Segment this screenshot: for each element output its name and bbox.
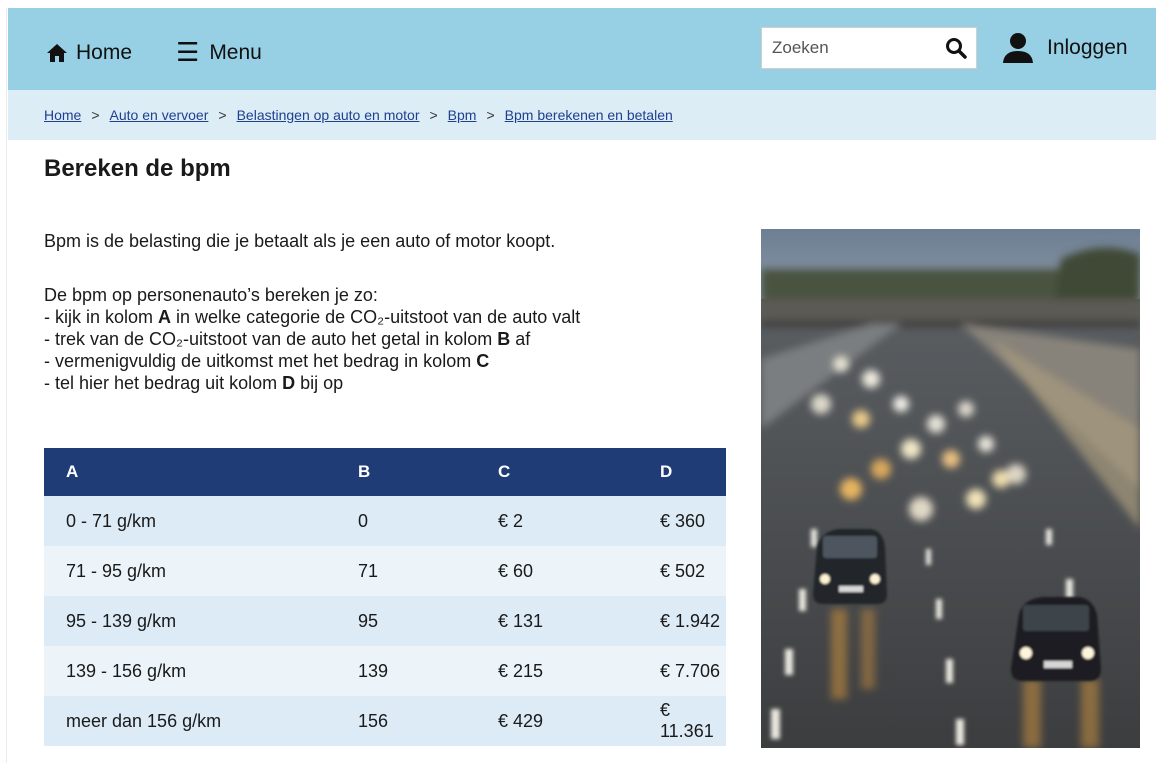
breadcrumb-separator: >: [486, 107, 495, 123]
table-cell: 71: [336, 546, 476, 596]
breadcrumb: Home > Auto en vervoer > Belastingen op auto…: [44, 107, 673, 123]
table-row: 139 - 156 g/km 139 € 215 € 7.706: [44, 646, 726, 696]
breadcrumb-separator: >: [429, 107, 438, 123]
table-cell: € 360: [638, 496, 726, 546]
login-link[interactable]: Inloggen: [1003, 32, 1128, 64]
table-cell: € 502: [638, 546, 726, 596]
highway-traffic-photo: [761, 229, 1140, 748]
table-cell: € 7.706: [638, 646, 726, 696]
calculation-instructions: De bpm op personenauto’s bereken je zo: …: [44, 284, 580, 394]
intro-text: Bpm is de belasting die je betaalt als j…: [44, 231, 556, 251]
table-row: 95 - 139 g/km 95 € 131 € 1.942: [44, 596, 726, 646]
breadcrumb-bpm[interactable]: Bpm: [448, 107, 477, 123]
breadcrumb-bpm-berekenen[interactable]: Bpm berekenen en betalen: [505, 107, 673, 123]
table-cell: 0: [336, 496, 476, 546]
table-cell: 95 - 139 g/km: [44, 596, 336, 646]
table-cell: € 215: [476, 646, 638, 696]
table-cell: € 131: [476, 596, 638, 646]
table-cell: 139 - 156 g/km: [44, 646, 336, 696]
table-cell: 156: [336, 696, 476, 746]
page-title: Bereken de bpm: [44, 155, 231, 182]
search-box: [761, 27, 977, 69]
column-header-a: A: [44, 448, 336, 496]
search-icon: [946, 38, 967, 59]
breadcrumb-separator: >: [218, 107, 227, 123]
table-cell: 0 - 71 g/km: [44, 496, 336, 546]
home-link[interactable]: Home: [46, 41, 132, 65]
page-border: [6, 8, 7, 763]
top-navigation-bar: Home ☰ Menu Inloggen: [8, 8, 1156, 90]
home-icon: [47, 44, 67, 62]
instruction-line: - kijk in kolom A in welke categorie de …: [44, 307, 581, 327]
search-input[interactable]: [772, 36, 932, 60]
instruction-line: - vermenigvuldig de uitkomst met het bed…: [44, 351, 490, 371]
menu-button[interactable]: ☰ Menu: [176, 37, 262, 67]
breadcrumb-bar: Home > Auto en vervoer > Belastingen op auto…: [8, 90, 1156, 140]
table-cell: € 60: [476, 546, 638, 596]
home-link-label: Home: [76, 41, 133, 64]
instructions-intro: De bpm op personenauto’s bereken je zo:: [44, 285, 378, 305]
search-button[interactable]: [944, 36, 968, 65]
table-row: 0 - 71 g/km 0 € 2 € 360: [44, 496, 726, 546]
table-cell: € 11.361: [638, 696, 726, 746]
menu-button-label: Menu: [209, 41, 262, 64]
table-cell: € 429: [476, 696, 638, 746]
table-cell: € 2: [476, 496, 638, 546]
table-row: meer dan 156 g/km 156 € 429 € 11.361: [44, 696, 726, 746]
table-row: 71 - 95 g/km 71 € 60 € 502: [44, 546, 726, 596]
table-cell: € 1.942: [638, 596, 726, 646]
table-cell: 95: [336, 596, 476, 646]
login-label: Inloggen: [1047, 36, 1128, 59]
column-header-d: D: [638, 448, 726, 496]
breadcrumb-auto-en-vervoer[interactable]: Auto en vervoer: [110, 107, 209, 123]
column-header-c: C: [476, 448, 638, 496]
breadcrumb-home[interactable]: Home: [44, 107, 81, 123]
hamburger-icon: ☰: [176, 37, 200, 67]
breadcrumb-separator: >: [91, 107, 100, 123]
table-cell: meer dan 156 g/km: [44, 696, 336, 746]
user-icon: [1003, 33, 1033, 63]
instruction-line: - trek van de CO₂-uitstoot van de auto h…: [44, 329, 531, 349]
table-cell: 139: [336, 646, 476, 696]
breadcrumb-belastingen[interactable]: Belastingen op auto en motor: [237, 107, 420, 123]
table-header-row: A B C D: [44, 448, 726, 496]
table-cell: 71 - 95 g/km: [44, 546, 336, 596]
instruction-line: - tel hier het bedrag uit kolom D bij op: [44, 373, 344, 393]
column-header-b: B: [336, 448, 476, 496]
bpm-table: A B C D 0 - 71 g/km 0 € 2 € 360 71 - 95 …: [44, 448, 726, 746]
